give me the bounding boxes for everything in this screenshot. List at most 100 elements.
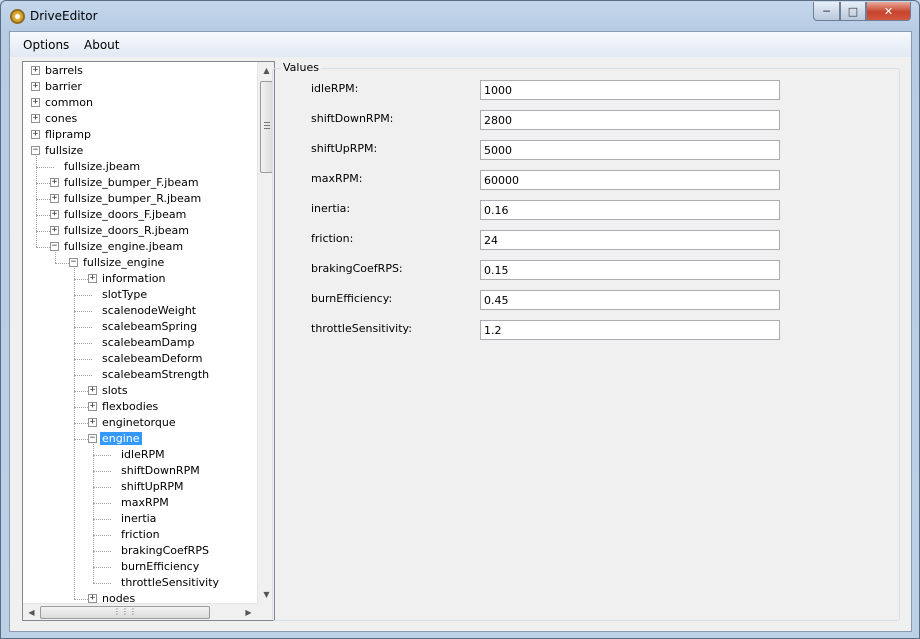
expand-icon[interactable]: + bbox=[31, 98, 40, 107]
tree-item-label: friction bbox=[121, 528, 160, 541]
expand-icon[interactable]: + bbox=[31, 130, 40, 139]
expand-icon[interactable]: + bbox=[88, 594, 97, 603]
tree-item[interactable]: scalenodeWeight bbox=[100, 303, 198, 319]
tree-item[interactable]: common bbox=[43, 95, 95, 111]
tree-item[interactable]: flexbodies bbox=[100, 399, 160, 415]
minimize-button[interactable]: ─ bbox=[813, 2, 840, 21]
field-input[interactable] bbox=[480, 230, 780, 250]
expand-icon[interactable]: + bbox=[88, 386, 97, 395]
tree-item[interactable]: cones bbox=[43, 111, 79, 127]
tree-item[interactable]: engine bbox=[100, 431, 142, 447]
field-input[interactable] bbox=[480, 140, 780, 160]
tree-item-label: scalebeamDeform bbox=[102, 352, 203, 365]
close-button[interactable]: ✕ bbox=[866, 2, 911, 21]
menu-options[interactable]: Options bbox=[23, 38, 69, 52]
expand-icon[interactable]: + bbox=[50, 226, 59, 235]
tree-item-label: information bbox=[102, 272, 166, 285]
tree-item[interactable]: scalebeamSpring bbox=[100, 319, 199, 335]
tree-connector bbox=[93, 503, 111, 504]
tree-guide-line bbox=[55, 252, 56, 263]
menu-about[interactable]: About bbox=[84, 38, 119, 52]
field-input[interactable] bbox=[480, 170, 780, 190]
horizontal-scroll-thumb[interactable]: ⋮⋮⋮ bbox=[40, 606, 210, 619]
tree-item[interactable]: scalebeamStrength bbox=[100, 367, 211, 383]
tree-item[interactable]: fullsize_engine bbox=[81, 255, 166, 271]
expand-icon[interactable]: + bbox=[50, 178, 59, 187]
tree-connector bbox=[93, 567, 111, 568]
tree-item[interactable]: flipramp bbox=[43, 127, 93, 143]
tree-item[interactable]: fullsize_doors_F.jbeam bbox=[62, 207, 188, 223]
maximize-button[interactable]: □ bbox=[840, 2, 866, 21]
field-label: idleRPM: bbox=[311, 82, 359, 95]
field-label: friction: bbox=[311, 232, 354, 245]
tree-item[interactable]: throttleSensitivity bbox=[119, 575, 221, 591]
tree-item[interactable]: fullsize bbox=[43, 143, 85, 159]
scroll-right-arrow-icon[interactable]: ▶ bbox=[240, 604, 257, 620]
expand-icon[interactable]: + bbox=[88, 274, 97, 283]
tree-item-label: fullsize_engine bbox=[83, 256, 165, 269]
tree-item[interactable]: barrels bbox=[43, 63, 85, 79]
tree-connector bbox=[74, 311, 92, 312]
tree-item-label: idleRPM bbox=[121, 448, 165, 461]
title-bar[interactable]: DriveEditor ─ □ ✕ bbox=[1, 1, 919, 31]
expand-icon[interactable]: + bbox=[88, 418, 97, 427]
tree-item[interactable]: fullsize.jbeam bbox=[62, 159, 142, 175]
tree-view[interactable]: + barrels + barrier + common + cones + flipramp − f… bbox=[22, 61, 275, 621]
expand-icon[interactable]: + bbox=[50, 210, 59, 219]
expand-icon[interactable]: + bbox=[31, 66, 40, 75]
tree-item-label: barrels bbox=[45, 64, 83, 77]
tree-connector bbox=[74, 327, 92, 328]
tree-item-label: flipramp bbox=[45, 128, 91, 141]
tree-connector bbox=[93, 551, 111, 552]
tree-item[interactable]: brakingCoefRPS bbox=[119, 543, 211, 559]
field-label: shiftUpRPM: bbox=[311, 142, 378, 155]
tree-item[interactable]: barrier bbox=[43, 79, 84, 95]
field-input[interactable] bbox=[480, 200, 780, 220]
tree-item[interactable]: fullsize_engine.jbeam bbox=[62, 239, 185, 255]
expand-icon[interactable]: + bbox=[31, 82, 40, 91]
tree-item[interactable]: fullsize_bumper_F.jbeam bbox=[62, 175, 201, 191]
close-icon: ✕ bbox=[883, 4, 894, 18]
tree-connector bbox=[93, 455, 111, 456]
tree-item[interactable]: fullsize_doors_R.jbeam bbox=[62, 223, 191, 239]
tree-connector bbox=[93, 519, 111, 520]
field-input[interactable] bbox=[480, 260, 780, 280]
tree-item[interactable]: scalebeamDamp bbox=[100, 335, 196, 351]
gear-app-icon bbox=[10, 9, 25, 24]
tree-item-label: burnEfficiency bbox=[121, 560, 200, 573]
tree-item[interactable]: slotType bbox=[100, 287, 149, 303]
tree-item[interactable]: scalebeamDeform bbox=[100, 351, 204, 367]
tree-item[interactable]: idleRPM bbox=[119, 447, 167, 463]
tree-item[interactable]: maxRPM bbox=[119, 495, 171, 511]
tree-connector bbox=[74, 359, 92, 360]
tree-item[interactable]: information bbox=[100, 271, 168, 287]
tree-item[interactable]: enginetorque bbox=[100, 415, 178, 431]
field-input[interactable] bbox=[480, 80, 780, 100]
field-input[interactable] bbox=[480, 110, 780, 130]
tree-item[interactable]: inertia bbox=[119, 511, 158, 527]
collapse-icon[interactable]: − bbox=[88, 434, 97, 443]
horizontal-scrollbar[interactable]: ◀ ⋮⋮⋮ ▶ bbox=[23, 603, 257, 620]
expand-icon[interactable]: + bbox=[31, 114, 40, 123]
tree-item[interactable]: friction bbox=[119, 527, 162, 543]
tree-item-label: fullsize_bumper_F.jbeam bbox=[64, 176, 199, 189]
field-label: burnEfficiency: bbox=[311, 292, 393, 305]
tree-item[interactable]: fullsize_bumper_R.jbeam bbox=[62, 191, 203, 207]
field-input[interactable] bbox=[480, 320, 780, 340]
scroll-left-arrow-icon[interactable]: ◀ bbox=[23, 604, 40, 620]
tree-item[interactable]: slots bbox=[100, 383, 130, 399]
tree-item[interactable]: shiftUpRPM bbox=[119, 479, 186, 495]
tree-item[interactable]: burnEfficiency bbox=[119, 559, 201, 575]
expand-icon[interactable]: + bbox=[50, 194, 59, 203]
tree-connector bbox=[93, 535, 111, 536]
client-area: Options About + barrels + barrier + common + co… bbox=[9, 31, 912, 632]
field-input[interactable] bbox=[480, 290, 780, 310]
collapse-icon[interactable]: − bbox=[31, 146, 40, 155]
collapse-icon[interactable]: − bbox=[50, 242, 59, 251]
values-legend: Values bbox=[281, 61, 321, 74]
expand-icon[interactable]: + bbox=[88, 402, 97, 411]
tree-item-label: flexbodies bbox=[102, 400, 159, 413]
tree-item[interactable]: shiftDownRPM bbox=[119, 463, 202, 479]
collapse-icon[interactable]: − bbox=[69, 258, 78, 267]
tree-item-label: scalebeamDamp bbox=[102, 336, 195, 349]
